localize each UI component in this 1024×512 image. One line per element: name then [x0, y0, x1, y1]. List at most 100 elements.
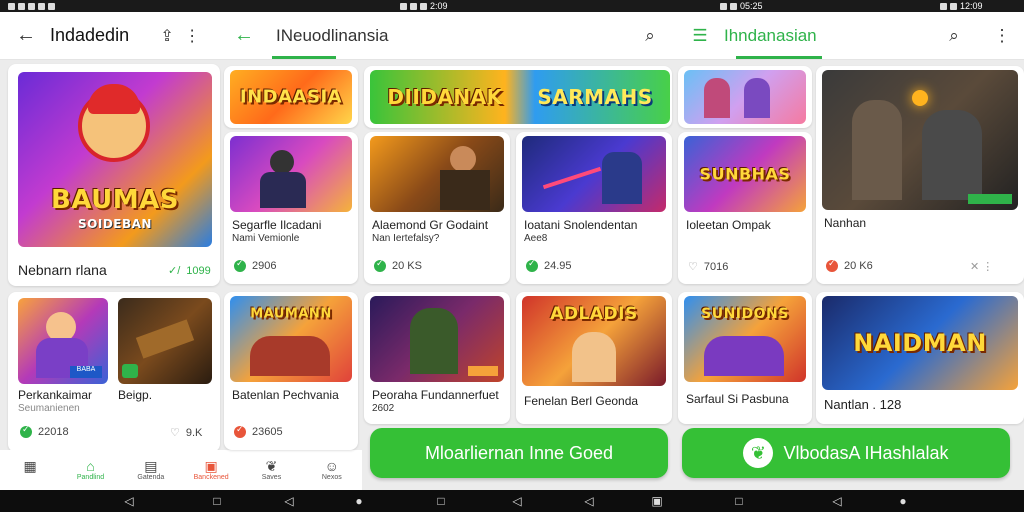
favorite-icon[interactable]	[234, 424, 246, 438]
back-arrow-icon[interactable]: ←	[10, 24, 42, 47]
share-icon[interactable]: ⇪	[151, 26, 183, 46]
leaf-icon: ❦	[743, 438, 774, 468]
game-title: Batenlan Pechvania	[232, 388, 339, 402]
page-title: Indadedin	[50, 25, 130, 45]
banner-card[interactable]: DIIDANAK SARMAHS	[364, 66, 672, 128]
banner-art	[684, 70, 806, 124]
game-card[interactable]: Ioatani Snolendentan Aee8 24.95	[516, 132, 672, 284]
tab-indicator	[272, 56, 336, 59]
bottom-tab-bar: ▦ ⌂ Pandlind ▤ Gatenda ▣ Banckened ❦ Saves ☺…	[0, 450, 362, 490]
user-icon: ☺	[324, 458, 339, 474]
more-icon[interactable]: ⋮	[986, 26, 1018, 46]
tab-store[interactable]: ▣ Banckened	[181, 450, 241, 490]
back-icon[interactable]: ◁	[830, 494, 844, 508]
banner-art: DIIDANAK SARMAHS	[370, 70, 670, 124]
tab-home[interactable]: ⌂ Pandlind	[60, 450, 120, 490]
favorite-icon[interactable]	[20, 424, 32, 438]
game-rating: ♡ 9.K	[170, 426, 203, 440]
favorite-icon[interactable]	[374, 258, 386, 272]
game-art-title: SUNBHAS	[699, 164, 791, 184]
game-title: Sarfaul Si Pasbuna	[686, 392, 789, 406]
cta-button-label: VlbodasA IHashlalak	[783, 442, 949, 463]
game-subtitle: Nan Iertefalsy?	[372, 233, 440, 244]
recents-icon[interactable]: □	[434, 494, 448, 508]
back-arrow-icon[interactable]: ←	[228, 24, 260, 47]
game-art-title: SUNIDONS	[701, 306, 789, 322]
system-nav-bar: ◁ □ ◁ ● □ ◁ ◁ ▣ □ ◁ ●	[0, 490, 1024, 512]
featured-art-subtitle: SOIDEBAN	[78, 217, 152, 231]
home-icon[interactable]: ●	[352, 494, 366, 508]
more-icon[interactable]: ⋮	[183, 26, 201, 46]
favorite-icon[interactable]	[234, 258, 246, 272]
back-icon[interactable]: ◁	[582, 494, 596, 508]
game-art: SUNIDONS	[684, 296, 806, 382]
game-card[interactable]: Peoraha Fundannerfuet 2602	[364, 292, 510, 424]
banner-card[interactable]: INDAASIA	[224, 66, 358, 128]
back-icon[interactable]: ◁	[122, 494, 136, 508]
favorite-icon[interactable]	[526, 258, 538, 272]
status-bar: 2:09 05:25 12:09	[0, 0, 1024, 12]
list-icon: ▤	[144, 458, 158, 474]
game-card[interactable]: ADLADIS Fenelan Berl Geonda	[516, 292, 672, 424]
banner-art-title: INDAASIA	[239, 86, 343, 108]
recents-icon[interactable]: ▣	[650, 494, 664, 508]
tab-saves[interactable]: ❦ Saves	[241, 450, 301, 490]
home-icon[interactable]: ●	[896, 494, 910, 508]
cta-button[interactable]: Mloarliernan Inne Goed	[370, 428, 668, 478]
game-subtitle: 2602	[372, 403, 395, 414]
heart-outline-icon[interactable]: ♡	[170, 426, 180, 439]
game-art: SUNBHAS	[684, 136, 806, 212]
featured-card[interactable]: BAUMAS SOIDEBAN Nebnarn rlana ✓/1099	[8, 64, 220, 286]
game-art-title: NAIDMAN	[853, 329, 987, 357]
menu-icon[interactable]: ☰	[684, 26, 716, 46]
game-title: Fenelan Berl Geonda	[524, 394, 639, 408]
close-icon[interactable]: ✕ ⋮	[970, 260, 993, 273]
game-title: Nanhan	[824, 216, 867, 230]
banner-card[interactable]	[678, 66, 812, 128]
game-art: ADLADIS	[522, 296, 666, 386]
recents-icon[interactable]: □	[732, 494, 746, 508]
game-card[interactable]: Nanhan 20 K6 ✕ ⋮	[816, 66, 1024, 284]
back-icon[interactable]: ◁	[510, 494, 524, 508]
game-art: BABA	[18, 298, 108, 384]
game-title: Perkankaimar	[18, 388, 93, 402]
favorite-icon[interactable]	[826, 258, 838, 272]
game-title: Beigp.	[118, 388, 153, 402]
game-art	[370, 296, 504, 382]
tab-indicator	[736, 56, 822, 59]
game-card[interactable]: NAIDMAN Nantlan . 128	[816, 292, 1024, 424]
recents-icon[interactable]: □	[210, 494, 224, 508]
heart-outline-icon[interactable]: ♡	[688, 260, 698, 273]
game-card[interactable]: Segarfle Ilcadani Nami Vemionle 2906	[224, 132, 358, 284]
search-icon[interactable]: ⌕	[634, 26, 666, 46]
game-card[interactable]: SUNBHAS Ioleetan Ompak ♡ 7016	[678, 132, 812, 284]
game-title: Nantlan . 128	[824, 397, 902, 412]
tab-grid[interactable]: ▦	[0, 450, 60, 490]
tab-list[interactable]: ▤ Gatenda	[121, 450, 181, 490]
game-rating: 24.95	[526, 258, 572, 272]
featured-art: BAUMAS SOIDEBAN	[18, 72, 212, 247]
back-icon[interactable]: ◁	[282, 494, 296, 508]
game-title: Ioatani Snolendentan	[524, 218, 638, 232]
game-title: Peoraha Fundannerfuet	[372, 388, 499, 402]
game-subtitle: Aee8	[524, 233, 548, 244]
game-subtitle: Nami Vemionle	[232, 233, 300, 244]
banner-art: INDAASIA	[230, 70, 352, 124]
game-subtitle: Seumanienen	[18, 403, 80, 414]
featured-title: Nebnarn rlana	[18, 262, 107, 278]
game-rating: ♡ 7016	[688, 260, 729, 274]
game-card[interactable]: BABA Perkankaimar Seumanienen Beigp. 220…	[8, 292, 220, 452]
cta-button[interactable]: ❦ VlbodasA IHashlalak	[682, 428, 1010, 478]
header-panel-3: ☰ Ihndanasian ⌕ ⋮	[672, 12, 1024, 60]
game-card[interactable]: Alaemond Gr Godaint Nan Iertefalsy? 20 K…	[364, 132, 510, 284]
search-icon[interactable]: ⌕	[938, 26, 970, 46]
game-title: Segarfle Ilcadani	[232, 218, 322, 232]
game-rating: 22018	[20, 424, 69, 438]
tab-profile[interactable]: ☺ Nexos	[302, 450, 362, 490]
game-art: MAUMANN	[230, 296, 352, 382]
game-card[interactable]: MAUMANN Batenlan Pechvania 23605	[224, 292, 358, 450]
game-card[interactable]: SUNIDONS Sarfaul Si Pasbuna	[678, 292, 812, 424]
game-title: Alaemond Gr Godaint	[372, 218, 489, 232]
home-icon: ⌂	[86, 458, 95, 474]
game-art	[118, 298, 212, 384]
